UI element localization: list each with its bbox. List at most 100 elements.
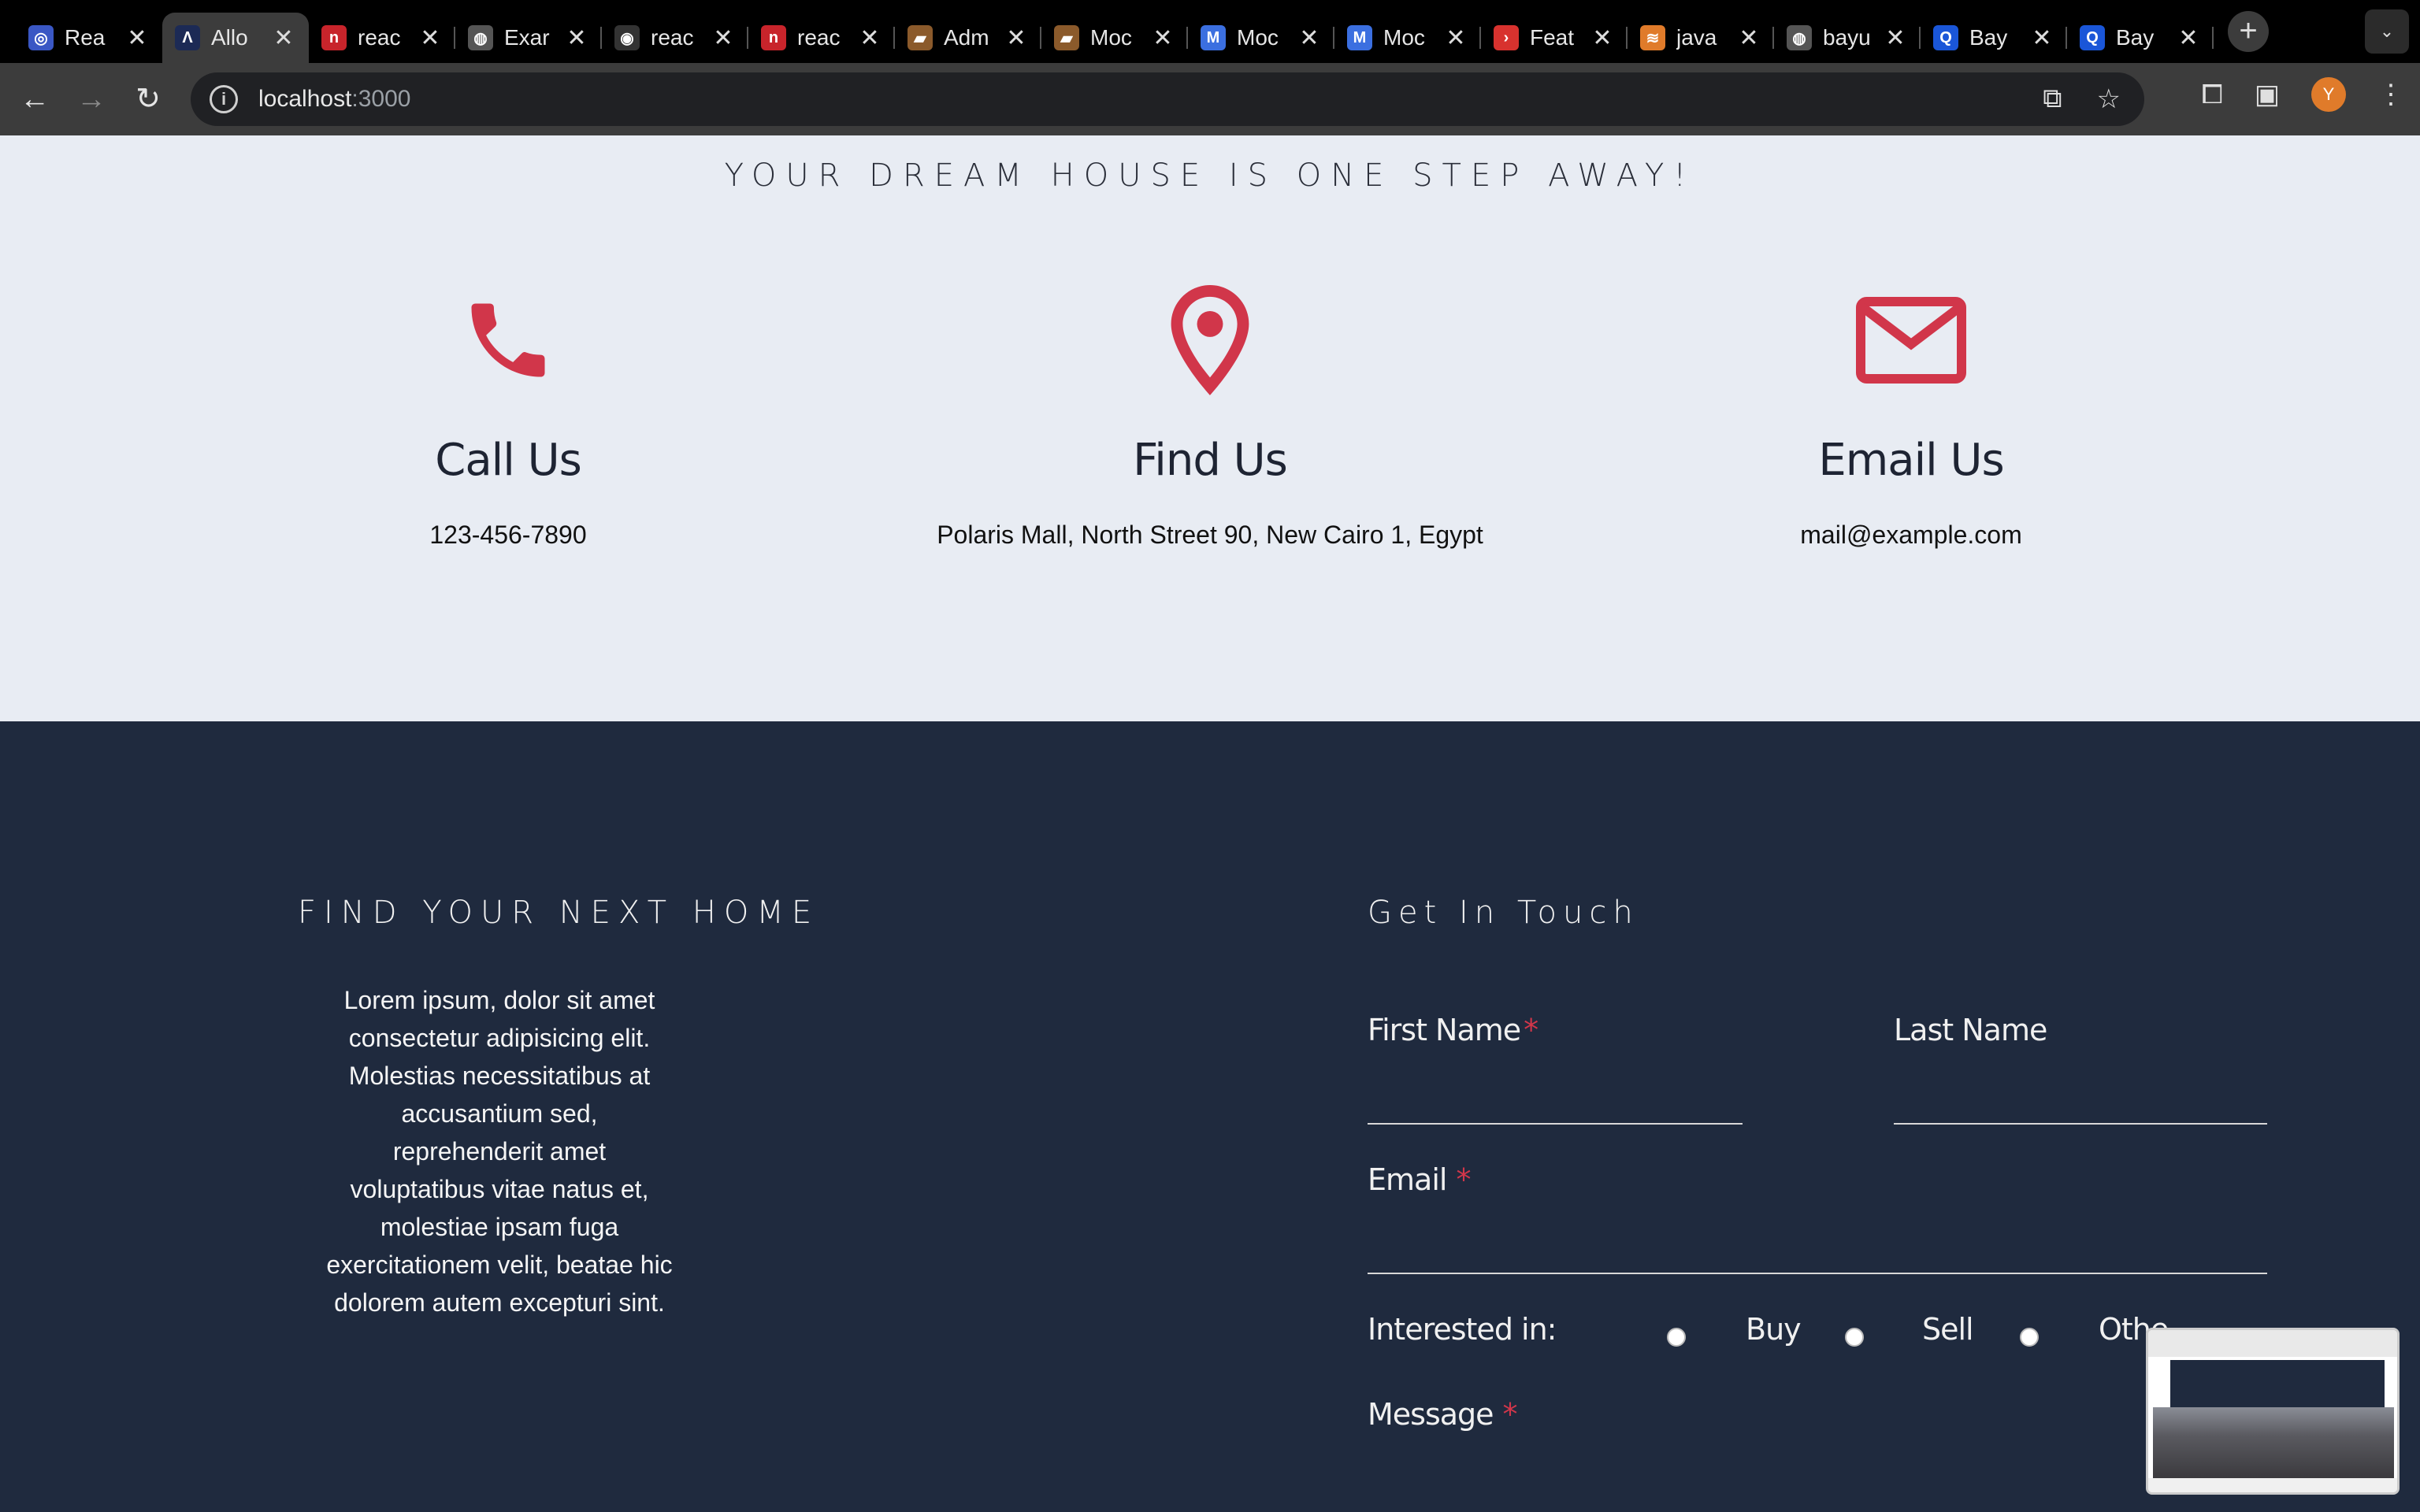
close-tab-icon[interactable]: ✕ — [564, 24, 589, 52]
open-in-app-icon[interactable]: ⧉ — [2043, 83, 2062, 115]
email-input[interactable] — [1368, 1273, 2267, 1274]
preview-bar — [2148, 1330, 2397, 1357]
tab-title: Allo — [211, 25, 248, 50]
tab-separator — [2212, 27, 2214, 49]
tab-favicon-icon: ≋ — [1640, 25, 1665, 50]
browser-tab[interactable]: M Moc ✕ — [1334, 13, 1481, 63]
tab-title: Exar — [504, 25, 550, 50]
close-tab-icon[interactable]: ✕ — [271, 24, 296, 52]
preview-building-image — [2153, 1407, 2394, 1478]
message-label: Message * — [1368, 1397, 1518, 1432]
browser-tab[interactable]: Q Bay ✕ — [2067, 13, 2214, 63]
tab-title: reac — [797, 25, 841, 50]
tab-favicon-icon: ◎ — [28, 25, 54, 50]
tab-title: Rea — [65, 25, 106, 50]
browser-tab[interactable]: › Feat ✕ — [1481, 13, 1628, 63]
forward-button[interactable]: → — [69, 77, 113, 121]
new-tab-button[interactable]: + — [2228, 11, 2269, 52]
first-name-label-text: First Name — [1368, 1013, 1521, 1047]
tab-title: Moc — [1237, 25, 1279, 50]
phone-icon — [154, 285, 863, 395]
email-label-text: Email — [1368, 1162, 1447, 1197]
call-us-card: Call Us 123-456-7890 — [154, 285, 863, 550]
address-bar[interactable]: i localhost:3000 ⧉ ☆ — [191, 72, 2144, 126]
close-tab-icon[interactable]: ✕ — [418, 24, 443, 52]
contact-section: YOUR DREAM HOUSE IS ONE STEP AWAY! Call … — [0, 135, 2420, 721]
reload-button[interactable]: ↻ — [126, 77, 170, 121]
first-name-input[interactable] — [1368, 1123, 1743, 1125]
omnibox-actions: ⧉ ☆ — [2043, 83, 2121, 115]
side-panel-icon[interactable]: ▣ — [2255, 79, 2280, 110]
tab-search-chevron-icon[interactable]: ⌄ — [2365, 9, 2409, 54]
url-port: :3000 — [351, 86, 411, 112]
close-tab-icon[interactable]: ✕ — [1150, 24, 1175, 52]
close-tab-icon[interactable]: ✕ — [2029, 24, 2054, 52]
close-tab-icon[interactable]: ✕ — [1883, 24, 1908, 52]
browser-tab[interactable]: ◍ bayu ✕ — [1774, 13, 1921, 63]
profile-avatar[interactable]: Y — [2311, 77, 2346, 112]
tab-favicon-icon: M — [1201, 25, 1226, 50]
close-tab-icon[interactable]: ✕ — [857, 24, 882, 52]
browser-tab[interactable]: ≋ java ✕ — [1628, 13, 1774, 63]
browser-tab[interactable]: Λ Allo ✕ — [162, 13, 309, 63]
card-text: Polaris Mall, North Street 90, New Cairo… — [937, 521, 1483, 549]
browser-tab[interactable]: ◎ Rea ✕ — [16, 13, 162, 63]
tab-title: Moc — [1090, 25, 1132, 50]
tab-favicon-icon: ◉ — [614, 25, 640, 50]
tab-favicon-icon: Λ — [175, 25, 200, 50]
browser-tab[interactable]: ◍ Exar ✕ — [455, 13, 602, 63]
url-text[interactable]: localhost:3000 — [258, 86, 410, 113]
extensions-icon[interactable]: ⧠ — [2202, 80, 2223, 110]
browser-tab[interactable]: n reac ✕ — [748, 13, 895, 63]
close-tab-icon[interactable]: ✕ — [2176, 24, 2201, 52]
sell-radio-label[interactable]: Sell — [1922, 1312, 1974, 1347]
first-name-label: First Name * — [1368, 1013, 1538, 1047]
location-pin-icon — [856, 285, 1564, 395]
tagline: YOUR DREAM HOUSE IS ONE STEP AWAY! — [724, 158, 1696, 194]
tab-list: ◎ Rea ✕ Λ Allo ✕ n reac ✕ ◍ Exar ✕ ◉ reac ✕ n reac ✕ ▰ Adm ✕… — [16, 0, 2214, 63]
browser-toolbar: ← → ↻ i localhost:3000 ⧉ ☆ ⧠ ▣ Y ⋮ — [0, 63, 2420, 135]
close-tab-icon[interactable]: ✕ — [1297, 24, 1322, 52]
browser-tab[interactable]: ▰ Moc ✕ — [1041, 13, 1188, 63]
close-tab-icon[interactable]: ✕ — [124, 24, 150, 52]
tab-favicon-icon: n — [321, 25, 347, 50]
tab-title: java — [1676, 25, 1717, 50]
tab-title: Feat — [1530, 25, 1575, 50]
required-mark: * — [1502, 1397, 1518, 1432]
sell-radio[interactable] — [1845, 1328, 1864, 1347]
back-button[interactable]: ← — [13, 77, 57, 121]
tab-favicon-icon: ▰ — [908, 25, 933, 50]
other-radio[interactable] — [2020, 1328, 2039, 1347]
tab-favicon-icon: ◍ — [468, 25, 493, 50]
browser-tab[interactable]: ◉ reac ✕ — [602, 13, 748, 63]
browser-tab[interactable]: ▰ Adm ✕ — [895, 13, 1041, 63]
close-tab-icon[interactable]: ✕ — [711, 24, 736, 52]
close-tab-icon[interactable]: ✕ — [1443, 24, 1468, 52]
preview-footer — [2148, 1478, 2397, 1492]
tab-title: bayu — [1823, 25, 1871, 50]
tab-favicon-icon: › — [1494, 25, 1519, 50]
card-text: mail@example.com — [1800, 521, 2022, 549]
tab-favicon-icon: ◍ — [1787, 25, 1812, 50]
tab-favicon-icon: Q — [2080, 25, 2105, 50]
browser-tab[interactable]: n reac ✕ — [309, 13, 455, 63]
close-tab-icon[interactable]: ✕ — [1004, 24, 1029, 52]
tab-title: Bay — [2116, 25, 2155, 50]
tab-favicon-icon: n — [761, 25, 786, 50]
picture-in-picture-preview[interactable] — [2146, 1328, 2400, 1495]
close-tab-icon[interactable]: ✕ — [1590, 24, 1615, 52]
bookmark-star-icon[interactable]: ☆ — [2097, 83, 2121, 115]
buy-radio-label[interactable]: Buy — [1746, 1312, 1802, 1347]
tab-title: Moc — [1383, 25, 1425, 50]
last-name-input[interactable] — [1894, 1123, 2267, 1125]
buy-radio[interactable] — [1667, 1328, 1686, 1347]
url-host: localhost — [258, 86, 352, 112]
browser-tab[interactable]: M Moc ✕ — [1188, 13, 1334, 63]
browser-tab[interactable]: Q Bay ✕ — [1921, 13, 2067, 63]
close-tab-icon[interactable]: ✕ — [1736, 24, 1761, 52]
site-info-icon[interactable]: i — [210, 85, 238, 113]
browser-menu-icon[interactable]: ⋮ — [2377, 79, 2404, 110]
find-us-card: Find Us Polaris Mall, North Street 90, N… — [856, 285, 1564, 550]
email-us-card: Email Us mail@example.com — [1557, 285, 2266, 550]
footer-section: FIND YOUR NEXT HOME Lorem ipsum, dolor s… — [0, 721, 2420, 1512]
